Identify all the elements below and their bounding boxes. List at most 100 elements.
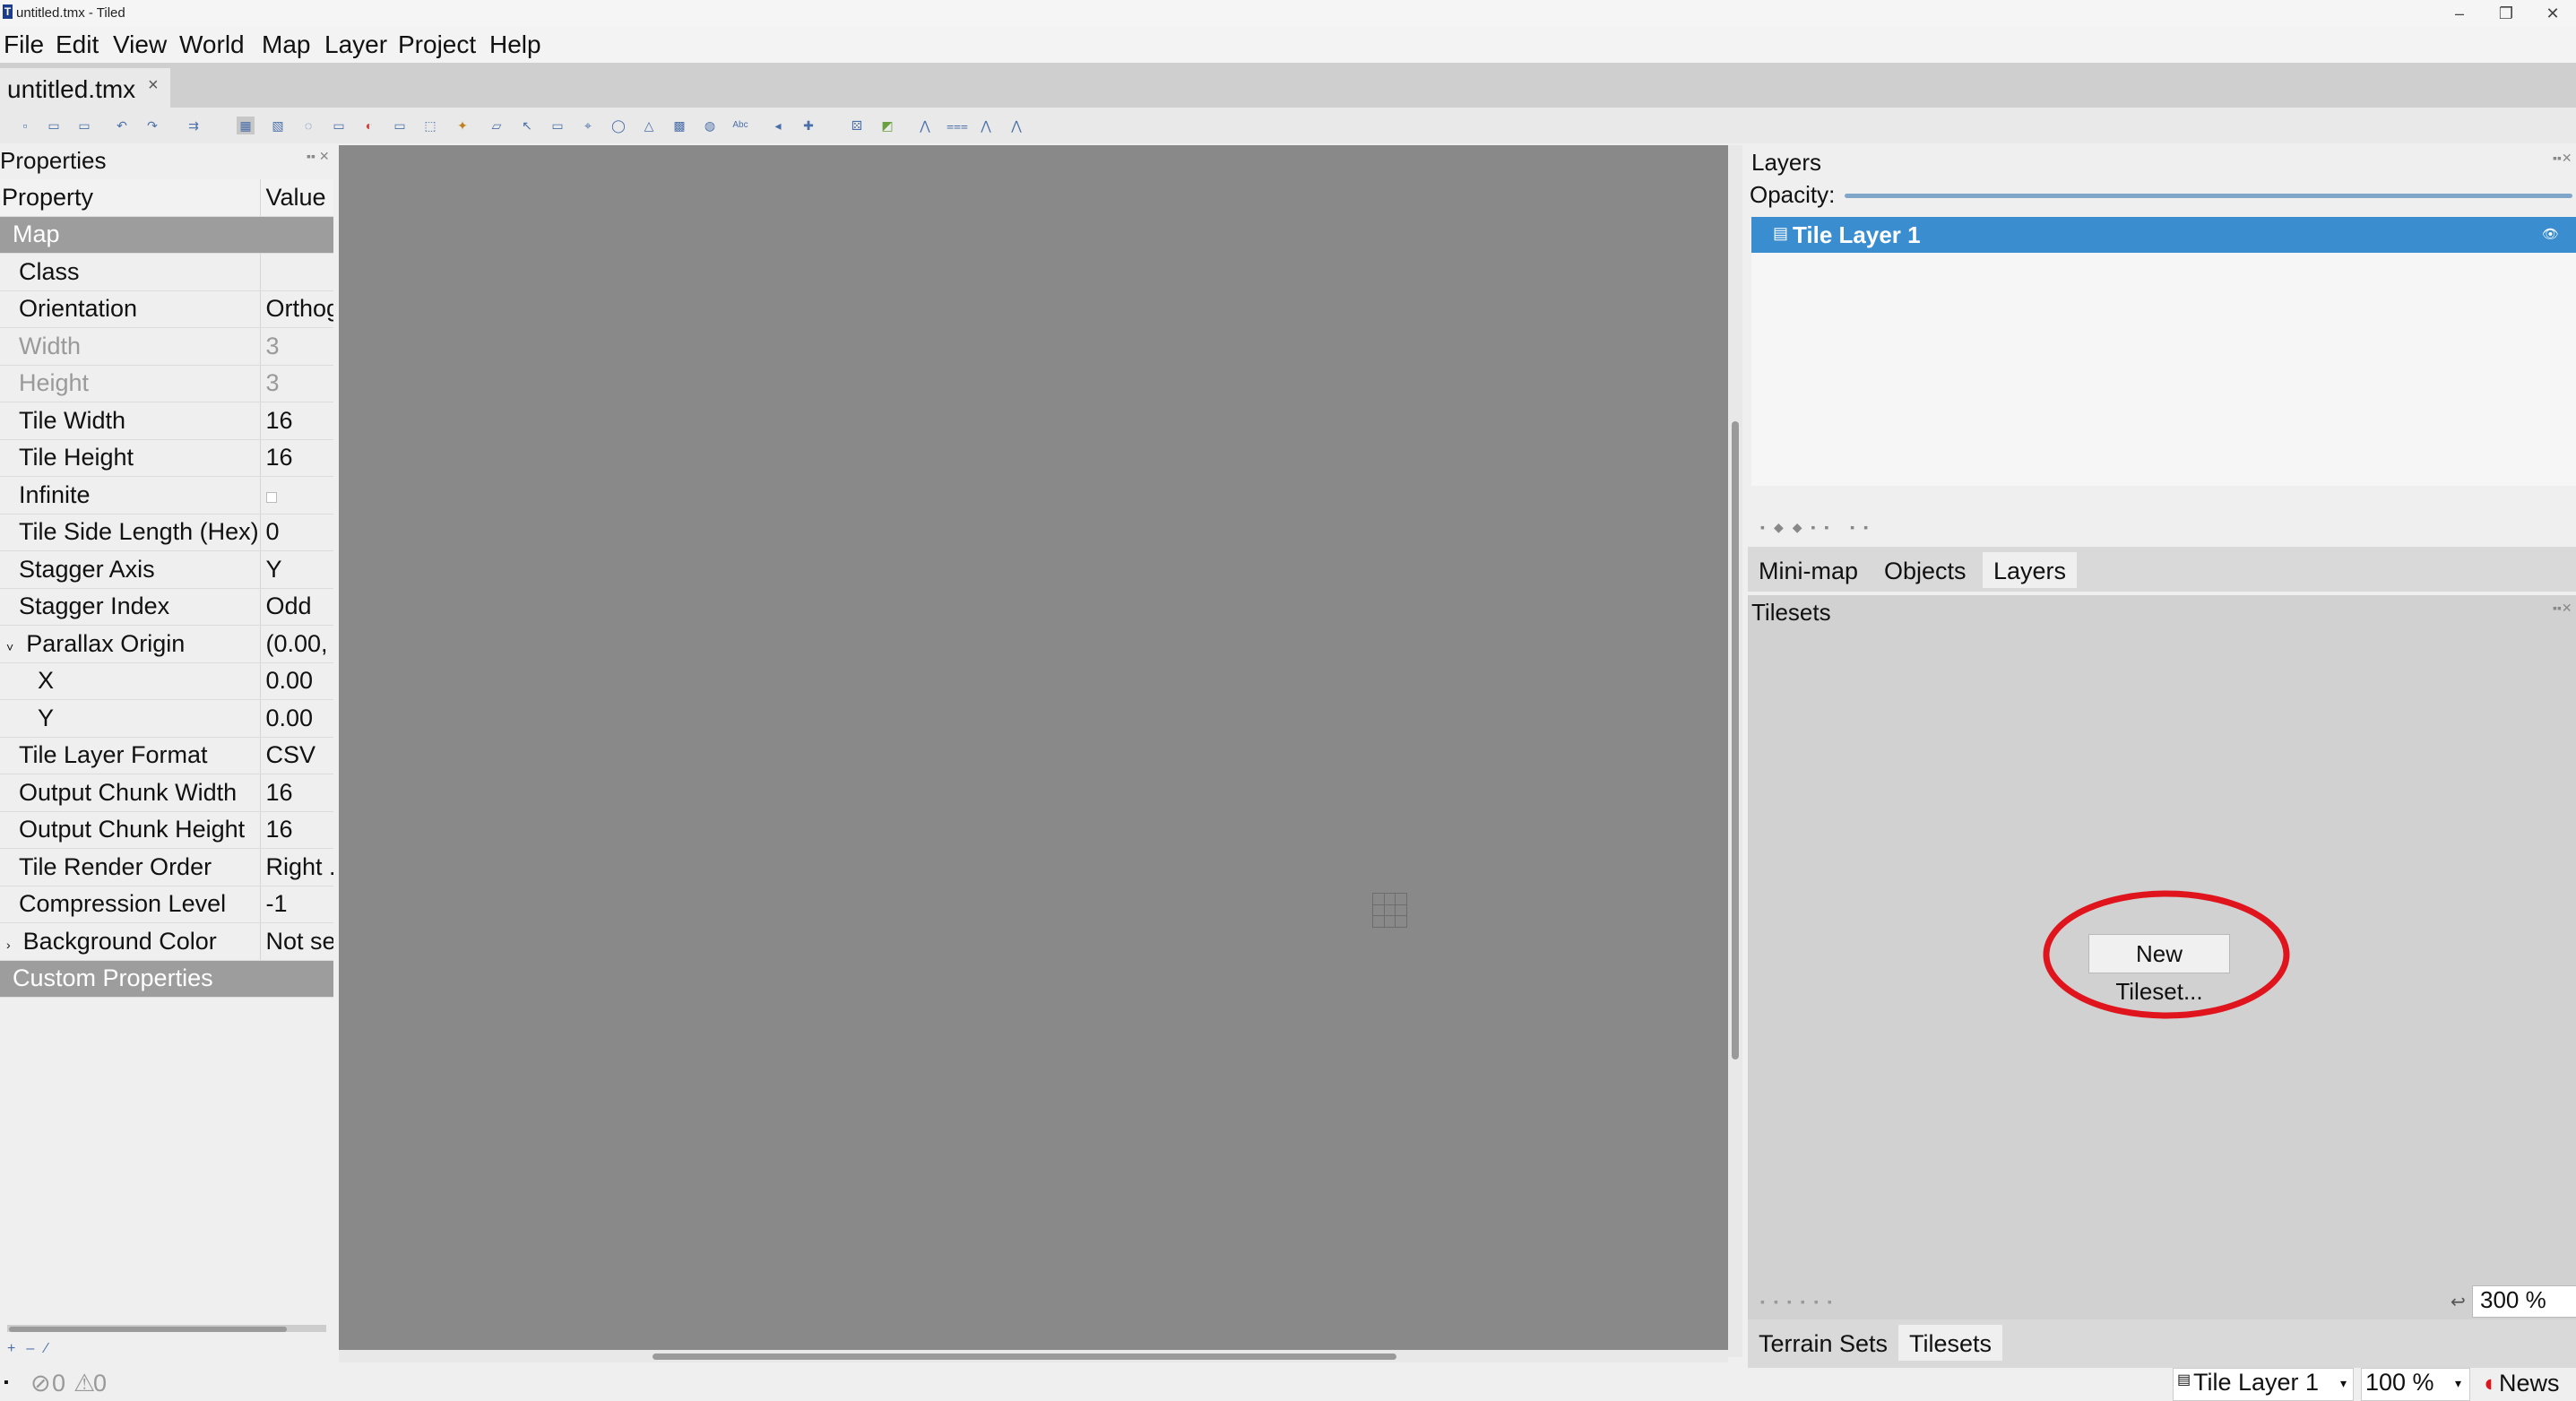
menu-file[interactable]: File bbox=[4, 30, 44, 59]
news-button[interactable]: News bbox=[2499, 1370, 2560, 1397]
undo-icon[interactable]: ↶ bbox=[113, 117, 131, 134]
property-value[interactable]: Odd bbox=[260, 588, 333, 626]
column-header-property[interactable]: Property bbox=[0, 179, 261, 217]
property-row[interactable]: Compression Level -1 bbox=[0, 886, 333, 923]
property-value[interactable]: 16 bbox=[260, 402, 333, 440]
property-value[interactable]: 16 bbox=[260, 811, 333, 849]
infinite-checkbox[interactable] bbox=[260, 476, 333, 515]
error-count[interactable]: 0 bbox=[52, 1370, 65, 1397]
properties-scrollbar-thumb[interactable] bbox=[9, 1327, 287, 1332]
map-canvas[interactable] bbox=[339, 145, 1728, 1357]
insert-template-icon[interactable]: ◍ bbox=[701, 117, 719, 134]
flip-horizontal-icon[interactable]: ⋀ bbox=[916, 117, 934, 134]
insert-polygon-icon[interactable]: △ bbox=[640, 117, 658, 134]
property-value[interactable]: 0.00 bbox=[260, 699, 333, 738]
panel-float-close-icons[interactable]: ▪▪ ✕ bbox=[307, 149, 330, 164]
tileset-zoom-combo[interactable]: 300 %▾ bbox=[2472, 1285, 2576, 1318]
close-window-icon[interactable]: ✕ bbox=[2526, 0, 2576, 27]
property-value[interactable]: Orthog bbox=[260, 290, 333, 328]
flip-vertical-icon[interactable]: ⩶ bbox=[947, 117, 968, 134]
property-row[interactable]: Height 3 bbox=[0, 365, 333, 402]
property-row[interactable]: Tile Render Order Right . bbox=[0, 848, 333, 886]
property-row[interactable]: Stagger Axis Y bbox=[0, 550, 333, 589]
property-row[interactable]: Y 0.00 bbox=[0, 699, 333, 738]
property-value[interactable]: CSV bbox=[260, 737, 333, 774]
expand-arrow-icon[interactable]: › bbox=[6, 938, 11, 952]
insert-tile-icon[interactable]: ▩ bbox=[670, 117, 688, 134]
edit-polygons-icon[interactable]: ▭ bbox=[549, 117, 566, 134]
collapse-arrow-icon[interactable]: ˅ bbox=[6, 640, 13, 654]
menu-map[interactable]: Map bbox=[262, 30, 310, 59]
property-value[interactable]: -1 bbox=[260, 886, 333, 923]
property-row[interactable]: Infinite bbox=[0, 476, 333, 515]
tab-mini-map[interactable]: Mini-map bbox=[1748, 552, 1869, 588]
warning-count[interactable]: 0 bbox=[93, 1370, 107, 1397]
canvas-vertical-scroll-thumb[interactable] bbox=[1732, 421, 1739, 1059]
layer-row[interactable]: ▤ Tile Layer 1 👁 bbox=[1751, 217, 2576, 253]
column-header-value[interactable]: Value bbox=[260, 179, 333, 217]
shape-fill-icon[interactable]: ◐ bbox=[360, 117, 378, 134]
property-row[interactable]: Width 3 bbox=[0, 327, 333, 366]
zoom-selector[interactable]: 100 % ▾ bbox=[2361, 1368, 2470, 1401]
property-row[interactable]: Class bbox=[0, 253, 333, 291]
close-tab-icon[interactable]: × bbox=[148, 75, 159, 96]
menu-world[interactable]: World bbox=[179, 30, 245, 59]
visibility-eye-icon[interactable]: 👁 bbox=[2542, 226, 2559, 242]
canvas-horizontal-scroll-thumb[interactable] bbox=[653, 1353, 1396, 1360]
tab-layers[interactable]: Layers bbox=[1983, 552, 2078, 588]
rotate-right-icon[interactable]: ⋀ bbox=[1007, 117, 1025, 134]
property-row[interactable]: Output Chunk Width 16 bbox=[0, 774, 333, 812]
layer-selector[interactable]: ▤ Tile Layer 1 ▾ bbox=[2173, 1368, 2354, 1401]
property-value[interactable]: 16 bbox=[260, 439, 333, 477]
redo-icon[interactable]: ↷ bbox=[143, 117, 161, 134]
group-custom-properties[interactable]: Custom Properties bbox=[0, 960, 333, 998]
property-row[interactable]: Orientation Orthog bbox=[0, 290, 333, 328]
property-value[interactable]: 0.00 bbox=[260, 662, 333, 700]
random-mode-icon[interactable]: ⚄ bbox=[848, 117, 866, 134]
document-tab[interactable]: untitled.tmx × bbox=[0, 68, 170, 108]
select-objects-icon[interactable]: ↖ bbox=[518, 117, 536, 134]
rect-select-icon[interactable]: ⬚ bbox=[421, 117, 439, 134]
map-tile-grid[interactable] bbox=[1372, 893, 1407, 928]
property-row[interactable]: X 0.00 bbox=[0, 662, 333, 700]
terrain-brush-icon[interactable]: ▧ bbox=[269, 117, 287, 134]
property-row[interactable]: Tile Height 16 bbox=[0, 439, 333, 477]
minimize-icon[interactable]: – bbox=[2433, 0, 2486, 27]
menu-layer[interactable]: Layer bbox=[324, 30, 387, 59]
insert-point-icon[interactable]: ⌖ bbox=[579, 117, 597, 134]
eraser-icon[interactable]: ▭ bbox=[391, 117, 409, 134]
property-value[interactable]: 16 bbox=[260, 774, 333, 812]
property-value[interactable]: Y bbox=[260, 550, 333, 589]
rotate-left-icon[interactable]: ⋀ bbox=[977, 117, 995, 134]
new-tileset-button[interactable]: New Tileset... bbox=[2088, 934, 2230, 1005]
layer-offset-icon[interactable]: ◂ bbox=[769, 117, 787, 134]
opacity-slider[interactable] bbox=[1845, 194, 2572, 198]
property-row[interactable]: ˅ Parallax Origin (0.00, ( bbox=[0, 625, 333, 663]
menu-view[interactable]: View bbox=[113, 30, 167, 59]
select-same-tile-icon[interactable]: ▱ bbox=[488, 117, 506, 134]
tab-tilesets[interactable]: Tilesets bbox=[1898, 1325, 2003, 1361]
wang-fill-mode-icon[interactable]: ◩ bbox=[878, 117, 896, 134]
new-file-icon[interactable]: ▫ bbox=[16, 117, 34, 134]
bucket-fill-icon[interactable]: ▭ bbox=[330, 117, 348, 134]
property-value[interactable]: 0 bbox=[260, 514, 333, 551]
open-file-icon[interactable]: ▭ bbox=[45, 117, 63, 134]
property-value[interactable] bbox=[260, 253, 333, 291]
zoom-reset-icon[interactable]: ↩ bbox=[2451, 1291, 2466, 1313]
insert-ellipse-icon[interactable]: ◯ bbox=[609, 117, 627, 134]
panel-float-close-icons[interactable]: ▪▪✕ bbox=[2553, 151, 2572, 166]
tileset-toolbar-icons[interactable]: ▪▪▪▪▪▪ bbox=[1760, 1294, 1841, 1309]
menu-edit[interactable]: Edit bbox=[56, 30, 99, 59]
add-remove-property-icons[interactable]: +–⁄ bbox=[7, 1341, 58, 1357]
wang-brush-icon[interactable]: ◌ bbox=[299, 117, 317, 134]
magic-wand-icon[interactable]: ✦ bbox=[454, 117, 471, 134]
property-value[interactable]: Right . bbox=[260, 848, 333, 886]
stamp-brush-icon[interactable]: ▦ bbox=[237, 117, 255, 134]
property-value[interactable]: (0.00, ( bbox=[260, 625, 333, 663]
menu-project[interactable]: Project bbox=[398, 30, 476, 59]
property-row[interactable]: › Background Color Not se bbox=[0, 922, 333, 961]
layer-toolbar-icons[interactable]: ▪◆◆▪▪ ▪▪ bbox=[1760, 520, 1877, 535]
tab-terrain-sets[interactable]: Terrain Sets bbox=[1748, 1325, 1898, 1361]
property-row[interactable]: Tile Side Length (Hex) 0 bbox=[0, 514, 333, 551]
property-row[interactable]: Stagger Index Odd bbox=[0, 588, 333, 626]
